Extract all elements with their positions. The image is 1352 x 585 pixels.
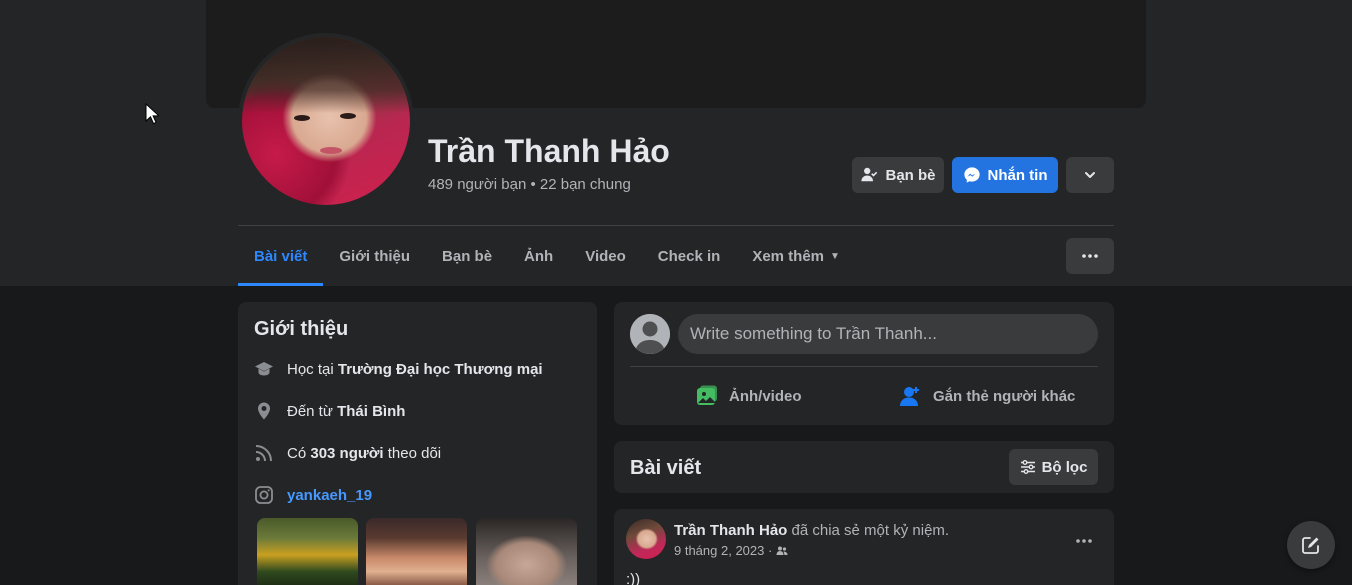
caret-down-icon: ▼ [830, 250, 840, 262]
tab-about[interactable]: Giới thiệu [323, 226, 426, 286]
profile-name: Trần Thanh Hảo [428, 133, 670, 169]
intro-followers: Có 303 người theo dõi [254, 443, 441, 463]
profile-photo [242, 37, 410, 205]
intro-card: Giới thiệu Học tại Trường Đại học Thương… [238, 302, 597, 585]
photo-video-button[interactable]: Ảnh/video [695, 376, 802, 416]
user-avatar[interactable] [630, 314, 670, 354]
composer-card: Write something to Trần Thanh... Ảnh/vid… [614, 302, 1114, 425]
featured-photo-2[interactable] [366, 518, 467, 585]
more-horizontal-icon [1076, 539, 1092, 543]
friend-check-icon [861, 167, 878, 182]
write-post-input[interactable]: Write something to Trần Thanh... [678, 314, 1098, 354]
messenger-icon [963, 167, 980, 183]
chevron-down-icon [1085, 172, 1095, 178]
photo-video-label: Ảnh/video [729, 387, 802, 405]
hometown-prefix: Đến từ [287, 402, 333, 420]
tab-videos-label: Video [585, 247, 626, 265]
friends-button-label: Bạn bè [885, 166, 936, 184]
post-action-text: đã chia sẻ một kỷ niệm. [791, 522, 950, 539]
tag-people-button[interactable]: Gắn thẻ người khác [899, 376, 1075, 416]
posts-header-card: Bài viết Bộ lọc [614, 441, 1114, 493]
tab-posts-label: Bài viết [254, 247, 308, 265]
post-date[interactable]: 9 tháng 2, 2023 · [674, 543, 772, 558]
featured-photo-1[interactable] [257, 518, 358, 585]
tab-videos[interactable]: Video [569, 226, 642, 286]
filter-sliders-icon [1020, 460, 1035, 474]
filter-button[interactable]: Bộ lọc [1009, 449, 1098, 485]
post-options-button[interactable] [1066, 523, 1102, 559]
intro-instagram: yankaeh_19 [254, 485, 372, 505]
followers-link[interactable]: 303 người [310, 445, 383, 462]
message-button-label: Nhắn tin [987, 166, 1048, 184]
tag-people-label: Gắn thẻ người khác [933, 387, 1076, 405]
tab-friends[interactable]: Bạn bè [426, 226, 508, 286]
tab-friends-label: Bạn bè [442, 247, 493, 265]
hometown-link[interactable]: Thái Bình [337, 403, 405, 420]
tab-posts[interactable]: Bài viết [238, 226, 324, 286]
tabs-more-button[interactable] [1066, 238, 1114, 274]
rss-icon [254, 443, 274, 463]
graduation-cap-icon [254, 359, 274, 379]
intro-hometown: Đến từ Thái Bình [254, 401, 405, 421]
tab-more-label: Xem thêm [752, 247, 825, 265]
tab-photos-label: Ảnh [524, 247, 554, 265]
friends-audience-icon [776, 546, 788, 555]
default-avatar-icon [630, 314, 670, 354]
post-card: Trần Thanh Hảo đã chia sẻ một kỷ niệm. 9… [614, 509, 1114, 585]
tab-checkins[interactable]: Check in [642, 226, 737, 286]
friends-summary[interactable]: 489 người bạn • 22 bạn chung [428, 176, 631, 193]
tab-checkins-label: Check in [657, 247, 721, 265]
location-pin-icon [254, 401, 274, 421]
instagram-link[interactable]: yankaeh_19 [287, 487, 372, 504]
mouse-cursor-icon [145, 103, 159, 125]
write-post-placeholder: Write something to Trần Thanh... [690, 324, 937, 343]
filter-label: Bộ lọc [1041, 458, 1088, 476]
followers-prefix: Có [287, 444, 307, 462]
friends-button[interactable]: Bạn bè [852, 157, 944, 193]
tab-more[interactable]: Xem thêm ▼ [736, 226, 856, 286]
post-body-text: :)) [626, 571, 641, 585]
post-author-avatar[interactable] [626, 519, 666, 559]
intro-title: Giới thiệu [254, 318, 349, 340]
intro-education: Học tại Trường Đại học Thương mại [254, 359, 543, 379]
post-meta: 9 tháng 2, 2023 · [674, 543, 788, 558]
featured-photo-3[interactable] [476, 518, 577, 585]
education-school-link[interactable]: Trường Đại học Thương mại [338, 361, 543, 378]
message-button[interactable]: Nhắn tin [952, 157, 1058, 193]
compose-edit-icon [1302, 537, 1319, 554]
posts-title: Bài viết [630, 457, 702, 479]
more-horizontal-icon [1082, 254, 1098, 258]
profile-picture[interactable] [238, 33, 414, 209]
composer-divider [630, 366, 1098, 367]
tab-about-label: Giới thiệu [339, 247, 411, 265]
tag-people-icon [900, 387, 919, 406]
profile-tabs: Bài viết Giới thiệu Bạn bè Ảnh Video Che… [238, 226, 856, 286]
more-profile-actions-button[interactable] [1066, 157, 1114, 193]
post-author-name[interactable]: Trần Thanh Hảo [674, 522, 787, 539]
education-prefix: Học tại [287, 360, 334, 378]
tab-photos[interactable]: Ảnh [508, 226, 569, 286]
photo-icon [697, 385, 717, 405]
new-message-button[interactable] [1287, 521, 1335, 569]
post-header: Trần Thanh Hảo đã chia sẻ một kỷ niệm. [674, 522, 949, 539]
followers-suffix: theo dõi [387, 444, 442, 462]
instagram-icon [254, 485, 274, 505]
